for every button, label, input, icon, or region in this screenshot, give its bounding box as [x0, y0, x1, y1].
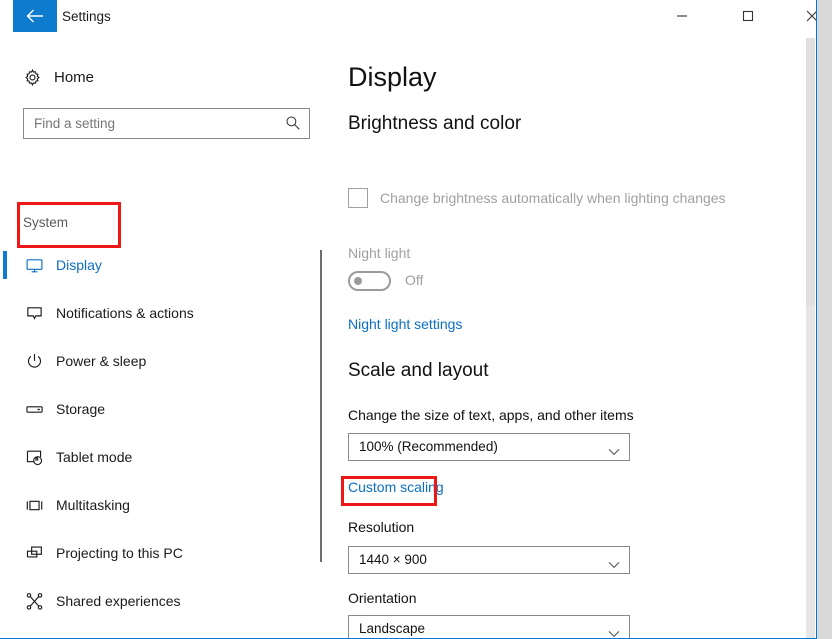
power-icon — [23, 350, 45, 372]
search-box[interactable] — [23, 108, 310, 139]
sidebar-item-tablet-mode[interactable]: Tablet mode — [1, 434, 321, 480]
sidebar-section-label: System — [23, 215, 69, 230]
sidebar-item-storage[interactable]: Storage — [1, 386, 321, 432]
sidebar-item-projecting[interactable]: Projecting to this PC — [1, 530, 321, 576]
orientation-dropdown[interactable]: Landscape — [348, 615, 630, 638]
sidebar-item-label: Display — [56, 257, 102, 273]
chevron-down-icon — [608, 625, 620, 638]
sidebar-item-remote-desktop[interactable]: Remote Desktop — [1, 626, 321, 638]
search-icon[interactable] — [285, 115, 301, 131]
page-title: Display — [348, 62, 437, 92]
custom-scaling-link[interactable]: Custom scaling — [348, 479, 444, 495]
multitasking-icon — [23, 494, 45, 516]
notification-icon — [23, 302, 45, 324]
sidebar-item-display[interactable]: Display — [1, 242, 321, 288]
sidebar-item-label: Multitasking — [56, 497, 130, 513]
close-button[interactable] — [789, 0, 816, 31]
maximize-button[interactable] — [725, 0, 771, 31]
orientation-label: Orientation — [348, 590, 417, 606]
scale-section-heading: Scale and layout — [348, 360, 489, 381]
toggle-knob — [354, 277, 362, 285]
sidebar-item-home[interactable]: Home — [1, 58, 321, 96]
content-pane: Display Brightness and color Change brig… — [330, 37, 808, 638]
sidebar-item-shared-experiences[interactable]: Shared experiences — [1, 578, 321, 624]
tablet-icon — [23, 446, 45, 468]
storage-icon — [23, 398, 45, 420]
sidebar: Home System — [1, 37, 322, 638]
window-title: Settings — [62, 9, 111, 24]
monitor-icon — [23, 254, 45, 276]
brightness-section-heading: Brightness and color — [348, 113, 522, 134]
auto-brightness-label: Change brightness automatically when lig… — [380, 190, 726, 206]
selection-indicator — [3, 251, 7, 279]
search-input[interactable] — [34, 109, 284, 138]
resolution-label: Resolution — [348, 519, 415, 535]
sidebar-item-power-sleep[interactable]: Power & sleep — [1, 338, 321, 384]
minimize-icon — [677, 14, 687, 17]
title-bar: Settings — [0, 0, 816, 37]
sidebar-item-notifications[interactable]: Notifications & actions — [1, 290, 321, 336]
night-light-label: Night light — [348, 245, 411, 261]
scale-dropdown[interactable]: 100% (Recommended) — [348, 433, 630, 461]
sidebar-item-label: Storage — [56, 401, 106, 417]
sidebar-item-label: Projecting to this PC — [56, 545, 183, 561]
sidebar-item-label: Power & sleep — [56, 353, 147, 369]
sidebar-item-label: Tablet mode — [56, 449, 133, 465]
gear-icon — [21, 66, 43, 88]
sidebar-item-label: Notifications & actions — [56, 305, 194, 321]
close-icon — [806, 10, 816, 21]
back-arrow-icon — [26, 9, 43, 23]
scale-value: 100% (Recommended) — [359, 439, 498, 454]
settings-window: Settings Home Find a setting System Disp… — [0, 0, 817, 639]
back-button[interactable] — [13, 0, 57, 32]
chevron-down-icon — [608, 443, 620, 456]
scale-label: Change the size of text, apps, and other… — [348, 407, 634, 423]
night-light-toggle[interactable] — [348, 271, 391, 291]
sidebar-home-label: Home — [54, 68, 95, 86]
sidebar-scrollbar[interactable] — [320, 250, 322, 562]
auto-brightness-checkbox[interactable] — [348, 188, 368, 208]
resolution-dropdown[interactable]: 1440 × 900 — [348, 546, 630, 574]
maximize-icon — [742, 10, 754, 21]
minimize-button[interactable] — [659, 0, 705, 31]
projecting-icon — [23, 542, 45, 564]
shared-icon — [23, 590, 45, 612]
chevron-down-icon — [608, 556, 620, 569]
resolution-value: 1440 × 900 — [359, 552, 427, 567]
sidebar-item-multitasking[interactable]: Multitasking — [1, 482, 321, 528]
content-scrollbar-thumb[interactable] — [806, 38, 815, 306]
sidebar-item-label: Shared experiences — [56, 593, 181, 609]
night-light-state: Off — [405, 272, 424, 288]
night-light-settings-link[interactable]: Night light settings — [348, 316, 462, 332]
orientation-value: Landscape — [359, 621, 426, 636]
